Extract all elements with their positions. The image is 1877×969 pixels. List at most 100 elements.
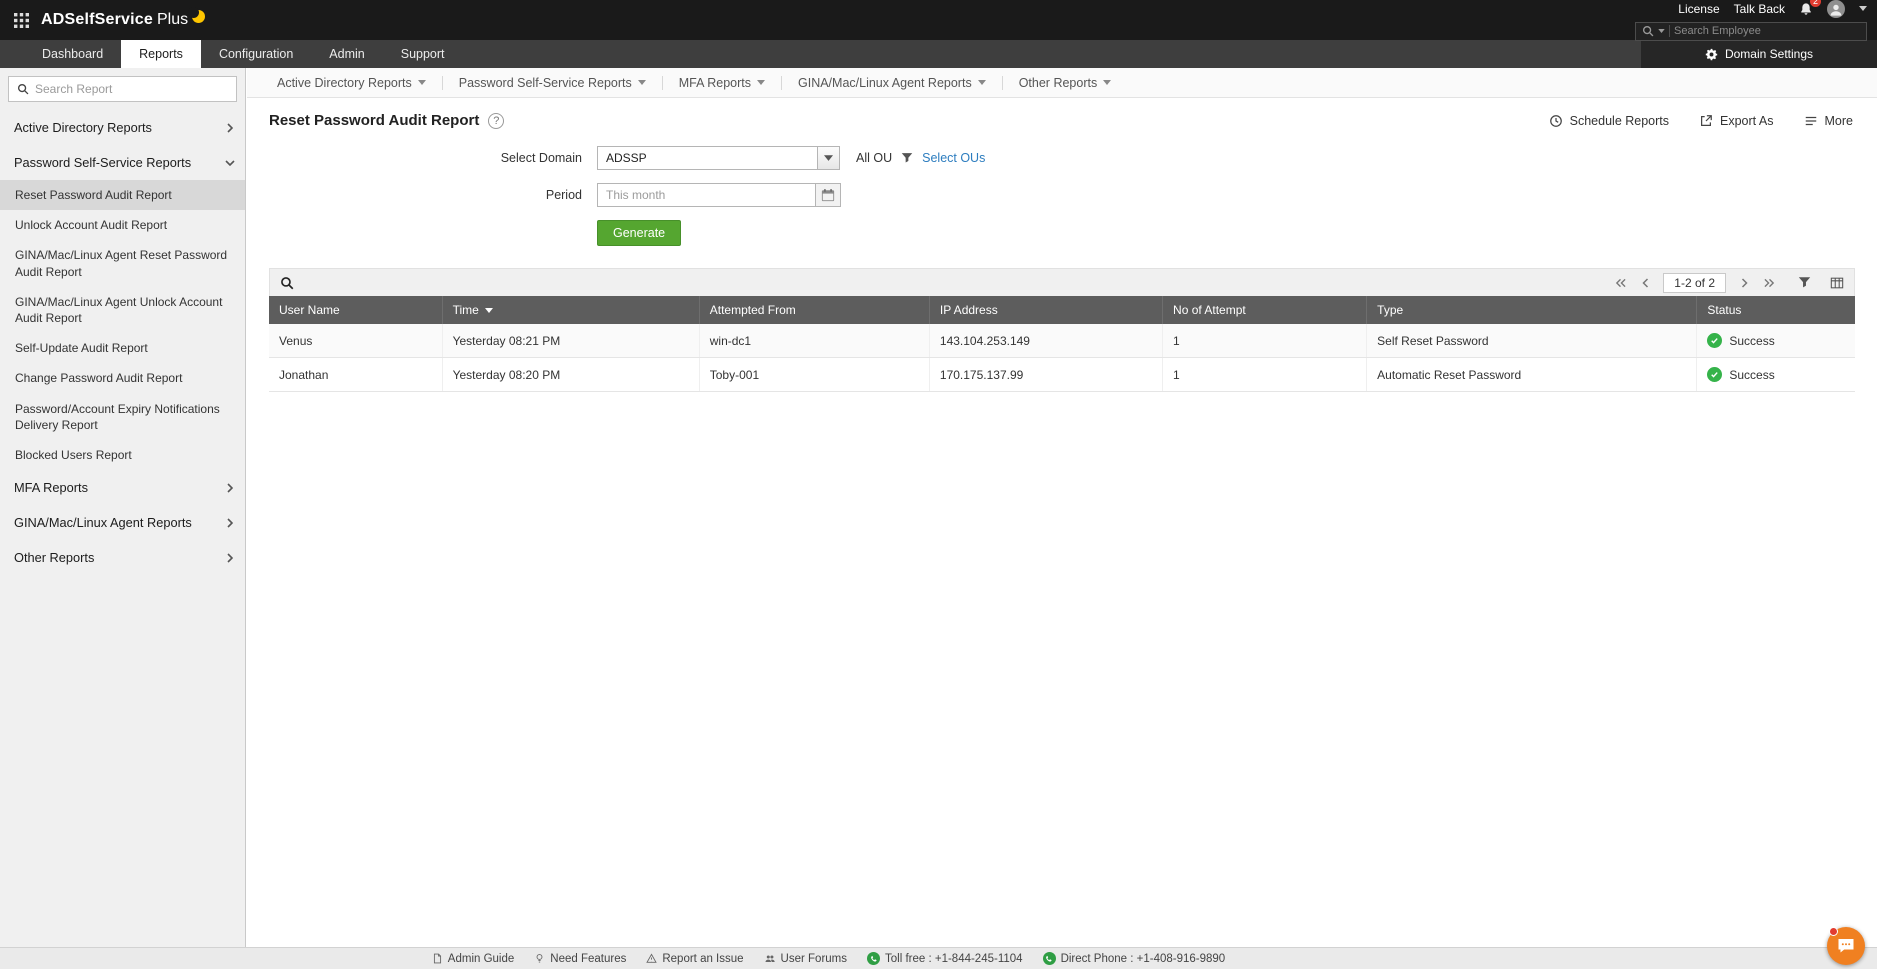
col-status[interactable]: Status — [1697, 296, 1855, 324]
notifications-button[interactable]: 2 — [1799, 2, 1813, 16]
menu-password-self-service-reports[interactable]: Password Self-Service Reports — [443, 76, 662, 90]
toll-free-number: Toll free : +1-844-245-1104 — [867, 952, 1023, 965]
column-chooser-button[interactable] — [1830, 276, 1844, 290]
group-label: Password Self-Service Reports — [14, 155, 191, 170]
topbar-right: License Talk Back 2 — [1635, 0, 1867, 41]
period-input[interactable] — [597, 183, 816, 207]
talkback-link[interactable]: Talk Back — [1734, 2, 1785, 16]
status-badge: Success — [1729, 368, 1774, 382]
sidebar-item-password-expiry-notifications-report[interactable]: Password/Account Expiry Notifications De… — [0, 394, 245, 440]
document-icon — [432, 953, 443, 964]
nav-tabs: Dashboard Reports Configuration Admin Su… — [24, 40, 463, 68]
sidebar-item-blocked-users-report[interactable]: Blocked Users Report — [0, 440, 245, 470]
col-attempted-from[interactable]: Attempted From — [699, 296, 929, 324]
sidebar-item-gina-unlock-account-audit-report[interactable]: GINA/Mac/Linux Agent Unlock Account Audi… — [0, 287, 245, 333]
user-menu-caret-icon[interactable] — [1859, 6, 1867, 11]
domain-select[interactable]: ADSSP — [597, 146, 840, 170]
sidebar-item-unlock-account-audit-report[interactable]: Unlock Account Audit Report — [0, 210, 245, 240]
sidebar-group-gina-agent-reports[interactable]: GINA/Mac/Linux Agent Reports — [0, 505, 245, 540]
tab-reports[interactable]: Reports — [121, 40, 201, 68]
employee-search — [1635, 22, 1867, 41]
tab-dashboard[interactable]: Dashboard — [24, 40, 121, 68]
tab-support[interactable]: Support — [383, 40, 463, 68]
sidebar-item-gina-reset-password-audit-report[interactable]: GINA/Mac/Linux Agent Reset Password Audi… — [0, 240, 245, 286]
chat-bubble-icon — [1836, 936, 1856, 956]
calendar-button[interactable] — [816, 183, 841, 207]
phone-icon — [867, 952, 880, 965]
select-ous-link[interactable]: Select OUs — [922, 151, 985, 165]
need-features-link[interactable]: Need Features — [534, 953, 626, 965]
tab-configuration[interactable]: Configuration — [201, 40, 311, 68]
report-table: User Name Time Attempted From IP Address… — [269, 296, 1855, 392]
user-avatar[interactable] — [1827, 0, 1845, 18]
table-row: Jonathan Yesterday 08:20 PM Toby-001 170… — [269, 358, 1855, 392]
col-type[interactable]: Type — [1367, 296, 1697, 324]
sidebar-group-mfa-reports[interactable]: MFA Reports — [0, 470, 245, 505]
chevron-right-icon — [227, 553, 233, 563]
divider — [1669, 25, 1670, 37]
cell-ip-address: 143.104.253.149 — [929, 324, 1162, 358]
dropdown-caret-icon[interactable] — [817, 147, 839, 169]
live-chat-button[interactable] — [1827, 927, 1865, 965]
caret-down-icon — [757, 80, 765, 85]
employee-search-input[interactable] — [1674, 25, 1860, 37]
tab-admin[interactable]: Admin — [311, 40, 382, 68]
app-logo: ADSelfService Plus — [41, 11, 205, 29]
sidebar-group-other-reports[interactable]: Other Reports — [0, 540, 245, 575]
menu-active-directory-reports[interactable]: Active Directory Reports — [277, 76, 442, 90]
lightbulb-icon — [534, 953, 545, 964]
brand-primary: ADSelfService — [41, 11, 153, 29]
group-label: Active Directory Reports — [14, 120, 152, 135]
sidebar-item-reset-password-audit-report[interactable]: Reset Password Audit Report — [0, 180, 245, 210]
cell-time: Yesterday 08:21 PM — [442, 324, 699, 358]
menu-mfa-reports[interactable]: MFA Reports — [663, 76, 781, 90]
page-title: Reset Password Audit Report — [269, 112, 479, 129]
admin-guide-link[interactable]: Admin Guide — [432, 953, 514, 965]
previous-page-button[interactable] — [1635, 273, 1655, 293]
more-button[interactable]: More — [1804, 114, 1853, 128]
cell-type: Automatic Reset Password — [1367, 358, 1697, 392]
chevron-right-icon — [227, 483, 233, 493]
col-user-name[interactable]: User Name — [269, 296, 442, 324]
domain-settings-button[interactable]: Domain Settings — [1641, 40, 1877, 68]
user-forums-link[interactable]: User Forums — [764, 953, 847, 965]
sidebar-item-change-password-audit-report[interactable]: Change Password Audit Report — [0, 363, 245, 393]
col-ip-address[interactable]: IP Address — [929, 296, 1162, 324]
search-icon — [1642, 25, 1654, 37]
cell-status: Success — [1697, 324, 1855, 358]
sidebar: Active Directory Reports Password Self-S… — [0, 68, 246, 947]
all-ou-label: All OU — [856, 151, 892, 165]
sidebar-group-password-self-service-reports[interactable]: Password Self-Service Reports — [0, 145, 245, 180]
col-time[interactable]: Time — [442, 296, 699, 324]
export-as-button[interactable]: Export As — [1699, 114, 1774, 128]
sidebar-item-self-update-audit-report[interactable]: Self-Update Audit Report — [0, 333, 245, 363]
menu-other-reports[interactable]: Other Reports — [1003, 76, 1128, 90]
ou-selection: All OU Select OUs — [856, 151, 985, 165]
app-launcher-icon[interactable] — [14, 13, 29, 28]
direct-phone-number: Direct Phone : +1-408-916-9890 — [1043, 952, 1226, 965]
col-no-of-attempt[interactable]: No of Attempt — [1163, 296, 1367, 324]
grid-search-icon[interactable] — [280, 276, 294, 290]
filter-funnel-icon[interactable] — [901, 152, 913, 164]
alert-triangle-icon — [646, 953, 657, 964]
sidebar-group-active-directory-reports[interactable]: Active Directory Reports — [0, 110, 245, 145]
people-icon — [764, 953, 776, 964]
grid-filter-button[interactable] — [1798, 276, 1811, 289]
report-search-input[interactable] — [35, 82, 228, 96]
generate-row: Generate — [247, 220, 1877, 246]
report-criteria-form: Select Domain ADSSP All OU Select OUs Pe… — [247, 146, 1877, 246]
footer: Admin Guide Need Features Report an Issu… — [0, 947, 1877, 969]
schedule-reports-button[interactable]: Schedule Reports — [1549, 114, 1669, 128]
menu-gina-agent-reports[interactable]: GINA/Mac/Linux Agent Reports — [782, 76, 1002, 90]
help-icon[interactable]: ? — [488, 113, 504, 129]
last-page-button[interactable] — [1759, 273, 1779, 293]
main-content: Active Directory Reports Password Self-S… — [247, 68, 1877, 947]
license-link[interactable]: License — [1678, 2, 1719, 16]
first-page-button[interactable] — [1610, 273, 1630, 293]
generate-button[interactable]: Generate — [597, 220, 681, 246]
chevron-right-icon — [227, 123, 233, 133]
notification-badge: 2 — [1810, 0, 1821, 7]
report-issue-link[interactable]: Report an Issue — [646, 953, 743, 965]
phone-icon — [1043, 952, 1056, 965]
next-page-button[interactable] — [1734, 273, 1754, 293]
